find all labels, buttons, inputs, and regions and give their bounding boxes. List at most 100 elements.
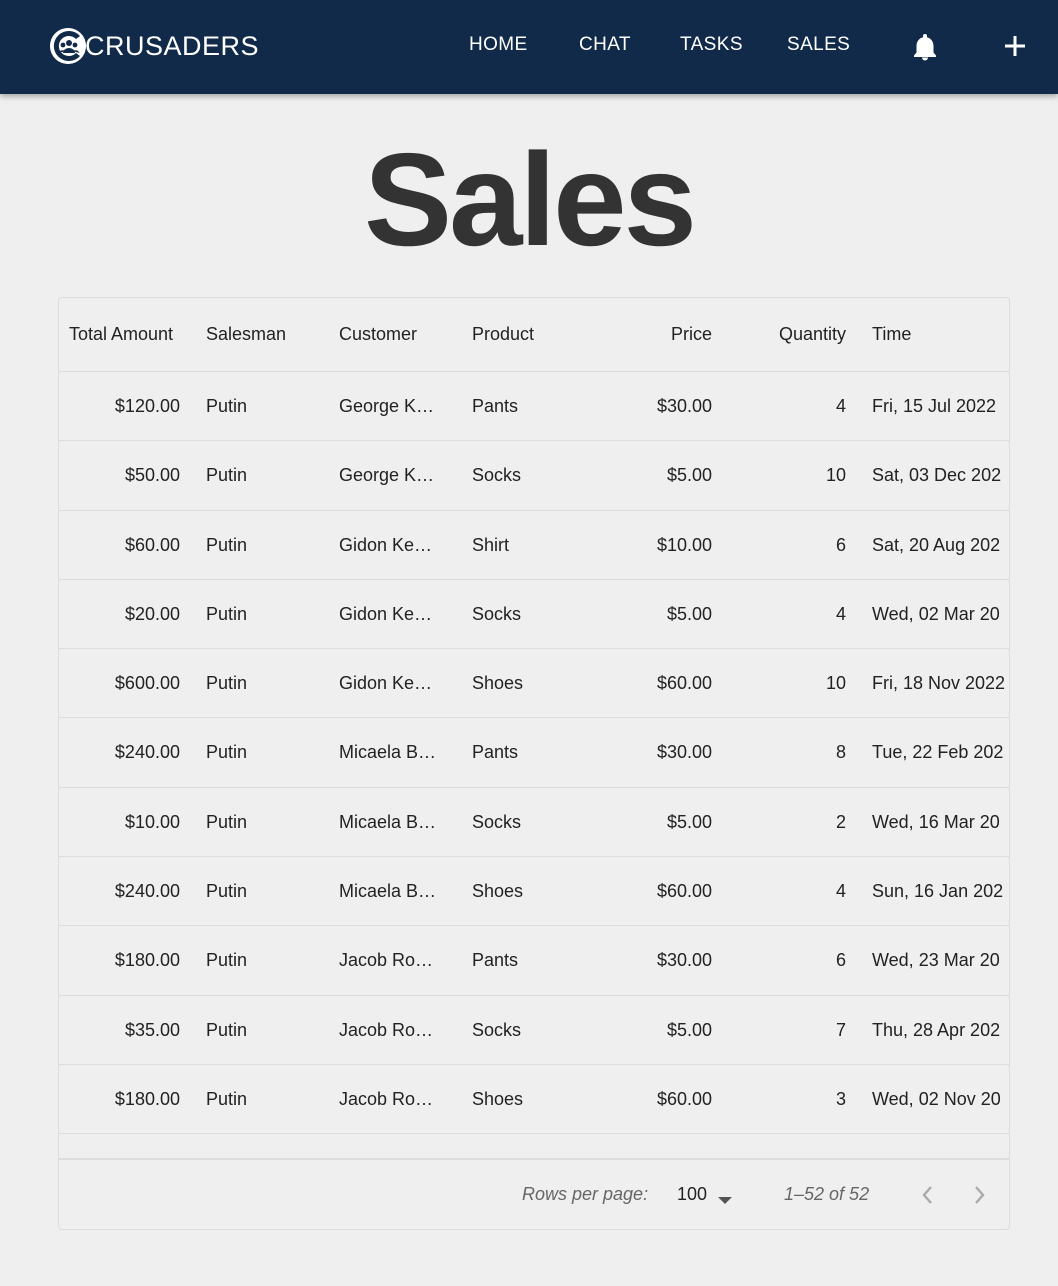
rows-per-page-value: 100 bbox=[677, 1184, 708, 1204]
table-row[interactable]: $35.00 Putin Jacob Ro… Socks $5.00 7 Thu, 28 A… bbox=[59, 996, 1009, 1065]
cell-salesman: Putin bbox=[206, 742, 248, 762]
cell-time: Wed, 02 Nov 20 bbox=[872, 1088, 1001, 1109]
cell-quantity: 8 bbox=[835, 742, 846, 762]
cell-quantity: 6 bbox=[835, 950, 846, 970]
cell-quantity: 4 bbox=[835, 603, 846, 624]
cell-total-amount: $50.00 bbox=[124, 465, 180, 485]
table-row[interactable]: $240.00 Putin Micaela B… Pants $30.00 8 Tue, 2… bbox=[59, 718, 1009, 788]
table-row[interactable]: $120.00 Putin George K… Pants $30.00 4 Fri, 15… bbox=[59, 372, 1009, 441]
cell-salesman: Putin bbox=[206, 1088, 248, 1109]
nav-home[interactable]: HOME bbox=[469, 34, 528, 56]
cell-product: Shoes bbox=[472, 1088, 524, 1109]
cell-total-amount: $120.00 bbox=[114, 395, 180, 416]
cell-total-amount: $60.00 bbox=[124, 534, 180, 555]
cell-price: $60.00 bbox=[656, 880, 712, 901]
table-row[interactable]: $180.00 Putin Jacob Ro… Shoes $60.00 3 Wed, 02… bbox=[59, 1065, 1009, 1134]
table-row[interactable]: $20.00 Putin Gidon Ke… Socks $5.00 4 Wed, 02 M… bbox=[59, 580, 1009, 649]
sales-data-grid: Total Amount Salesman Customer Product P… bbox=[58, 297, 1010, 1230]
app-bar: CRUSADERS HOME CHAT TASKS SALES bbox=[0, 0, 1058, 94]
cell-salesman: Putin bbox=[206, 811, 248, 832]
cell-quantity: 4 bbox=[835, 395, 846, 416]
cell-price: $60.00 bbox=[656, 672, 712, 693]
cell-customer: Jacob Ro… bbox=[339, 1088, 434, 1109]
column-header-quantity[interactable]: Quantity bbox=[749, 298, 846, 371]
column-header-product[interactable]: Product bbox=[472, 298, 592, 371]
cell-customer: Micaela B… bbox=[339, 880, 437, 901]
notifications-bell-icon[interactable] bbox=[912, 32, 938, 67]
cell-price: $5.00 bbox=[666, 1019, 712, 1040]
cell-product: Shoes bbox=[472, 880, 524, 901]
cell-customer: George K… bbox=[339, 395, 435, 416]
cell-salesman: Putin bbox=[206, 672, 248, 693]
cell-quantity: 4 bbox=[835, 880, 846, 901]
table-row[interactable]: $60.00 Putin Gidon Ke… Shirt $10.00 6 Sat, 20 … bbox=[59, 511, 1009, 580]
table-footer: Rows per page: 100 1–52 of 52 bbox=[59, 1159, 1009, 1229]
cell-quantity: 2 bbox=[835, 811, 846, 832]
table-row[interactable]: $240.00 Putin Micaela B… Shoes $60.00 4 Sun, 1… bbox=[59, 857, 1009, 926]
cell-product: Shirt bbox=[472, 534, 510, 555]
cell-time: Wed, 16 Mar 20 bbox=[872, 811, 1000, 832]
cell-customer: George K… bbox=[339, 465, 435, 485]
cell-quantity: 3 bbox=[835, 1088, 846, 1109]
cell-total-amount: $10.00 bbox=[124, 811, 180, 832]
cell-quantity: 10 bbox=[825, 672, 846, 693]
brand-logo[interactable]: CRUSADERS bbox=[50, 27, 259, 65]
table-row[interactable]: $10.00 Putin Micaela B… Socks $5.00 2 Wed, 16 … bbox=[59, 788, 1009, 857]
cell-product: Socks bbox=[472, 811, 522, 832]
cell-product: Pants bbox=[472, 742, 519, 762]
cell-price: $60.00 bbox=[656, 1088, 712, 1109]
cell-total-amount: $240.00 bbox=[114, 880, 180, 901]
column-header-customer[interactable]: Customer bbox=[339, 298, 459, 371]
caret-down-icon[interactable] bbox=[718, 1192, 732, 1210]
cell-time: Sat, 20 Aug 202 bbox=[872, 534, 1001, 555]
table-row[interactable]: $50.00 Putin George K… Socks $5.00 10 Sat, 03 … bbox=[59, 441, 1009, 511]
table-row[interactable]: $180.00 Putin Jacob Ro… Pants $30.00 6 Wed, 23… bbox=[59, 926, 1009, 996]
cell-salesman: Putin bbox=[206, 603, 248, 624]
cell-product: Pants bbox=[472, 395, 519, 416]
table-row-partial bbox=[59, 1134, 1009, 1159]
cell-price: $30.00 bbox=[656, 950, 712, 970]
cell-customer: Micaela B… bbox=[339, 742, 437, 762]
rows-per-page-select[interactable]: 100 bbox=[677, 1184, 707, 1205]
column-header-total-amount[interactable]: Total Amount bbox=[69, 298, 199, 371]
cell-salesman: Putin bbox=[206, 395, 248, 416]
cell-customer: Gidon Ke… bbox=[339, 672, 433, 693]
cell-price: $30.00 bbox=[656, 742, 712, 762]
cell-time: Fri, 18 Nov 2022 bbox=[872, 672, 1006, 693]
cell-customer: Gidon Ke… bbox=[339, 603, 433, 624]
cell-time: Tue, 22 Feb 202 bbox=[872, 742, 1004, 762]
cell-quantity: 10 bbox=[825, 465, 846, 485]
previous-page-icon[interactable] bbox=[920, 1184, 934, 1211]
cell-total-amount: $20.00 bbox=[124, 603, 180, 624]
rows-per-page-label: Rows per page: bbox=[522, 1184, 649, 1204]
page-title: Sales bbox=[364, 126, 697, 273]
cell-price: $10.00 bbox=[656, 534, 712, 555]
cell-time: Wed, 23 Mar 20 bbox=[872, 950, 1000, 970]
cell-total-amount: $180.00 bbox=[114, 1088, 180, 1109]
cell-total-amount: $35.00 bbox=[124, 1019, 180, 1040]
table-header-row: Total Amount Salesman Customer Product P… bbox=[59, 298, 1009, 372]
column-header-price[interactable]: Price bbox=[612, 298, 712, 371]
cell-time: Sun, 16 Jan 202 bbox=[872, 880, 1004, 901]
cell-product: Pants bbox=[472, 950, 519, 970]
nav-chat[interactable]: CHAT bbox=[579, 34, 631, 56]
cell-time: Wed, 02 Mar 20 bbox=[872, 603, 1000, 624]
cell-time: Sat, 03 Dec 202 bbox=[872, 465, 1002, 485]
cell-price: $5.00 bbox=[666, 465, 712, 485]
cell-time: Fri, 15 Jul 2022 bbox=[872, 395, 997, 416]
brand-name: CRUSADERS bbox=[85, 30, 260, 61]
cell-customer: Jacob Ro… bbox=[339, 950, 434, 970]
cell-quantity: 7 bbox=[835, 1019, 846, 1040]
cell-product: Shoes bbox=[472, 672, 524, 693]
cell-product: Socks bbox=[472, 603, 522, 624]
cell-price: $5.00 bbox=[666, 603, 712, 624]
next-page-icon[interactable] bbox=[973, 1184, 987, 1211]
cell-salesman: Putin bbox=[206, 465, 248, 485]
add-plus-icon[interactable] bbox=[1004, 35, 1026, 62]
column-header-time[interactable]: Time bbox=[872, 298, 1009, 371]
nav-sales[interactable]: SALES bbox=[787, 34, 850, 56]
column-header-salesman[interactable]: Salesman bbox=[206, 298, 326, 371]
pagination-range: 1–52 of 52 bbox=[784, 1184, 870, 1204]
nav-tasks[interactable]: TASKS bbox=[680, 34, 743, 56]
table-row[interactable]: $600.00 Putin Gidon Ke… Shoes $60.00 10 Fri, 1… bbox=[59, 649, 1009, 718]
